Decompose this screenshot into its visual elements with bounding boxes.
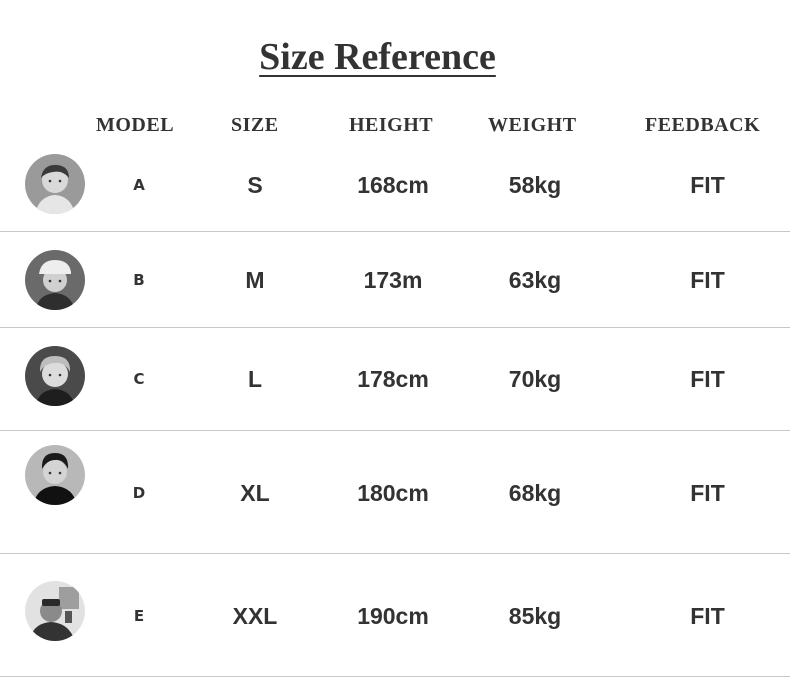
model-a-avatar	[25, 154, 85, 214]
row-divider	[0, 553, 790, 554]
model-cell: C	[133, 370, 145, 388]
feedback-cell: FIT	[690, 480, 725, 506]
column-header-height: HEIGHT	[349, 114, 434, 136]
column-header-size: SIZE	[231, 114, 279, 136]
model-c-avatar	[25, 346, 85, 406]
weight-cell: 63kg	[508, 267, 562, 293]
model-cell: D	[132, 484, 146, 502]
size-cell: XXL	[232, 603, 278, 629]
model-e-avatar	[25, 581, 85, 641]
row-divider	[0, 231, 790, 232]
feedback-cell: FIT	[690, 172, 725, 198]
model-cell: B	[133, 271, 145, 289]
model-cell: E	[133, 607, 145, 625]
weight-cell: 85kg	[508, 603, 562, 629]
height-cell: 168cm	[357, 172, 429, 198]
weight-cell: 58kg	[508, 172, 562, 198]
page-title: Size Reference	[259, 36, 496, 78]
feedback-cell: FIT	[690, 603, 725, 629]
model-b-avatar	[25, 250, 85, 310]
size-cell: M	[245, 267, 265, 293]
height-cell: 180cm	[357, 480, 429, 506]
row-divider	[0, 676, 790, 677]
size-cell: S	[247, 172, 263, 198]
column-header-feedback: FEEDBACK	[645, 114, 761, 136]
column-header-model: MODEL	[96, 114, 175, 136]
row-divider	[0, 430, 790, 431]
feedback-cell: FIT	[690, 366, 725, 392]
column-header-weight: WEIGHT	[488, 114, 577, 136]
height-cell: 173m	[363, 267, 423, 293]
size-cell: L	[247, 366, 263, 392]
weight-cell: 68kg	[508, 480, 562, 506]
weight-cell: 70kg	[508, 366, 562, 392]
size-cell: XL	[240, 480, 270, 506]
height-cell: 178cm	[357, 366, 429, 392]
model-cell: A	[133, 176, 145, 194]
height-cell: 190cm	[357, 603, 429, 629]
model-d-avatar	[25, 445, 85, 505]
row-divider	[0, 327, 790, 328]
feedback-cell: FIT	[690, 267, 725, 293]
